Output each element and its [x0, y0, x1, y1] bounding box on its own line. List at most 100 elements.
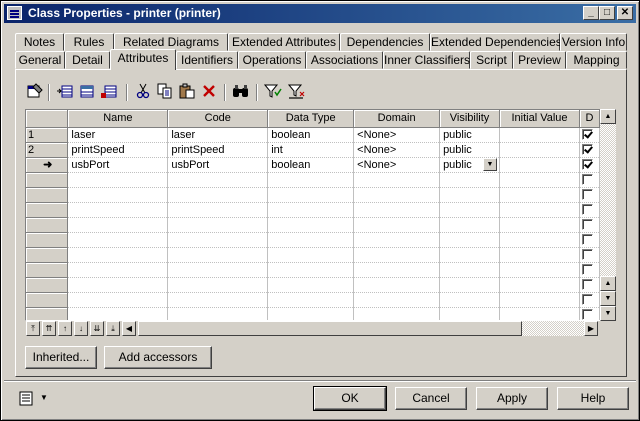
scroll-up-icon[interactable]: ▲ [600, 276, 616, 291]
add-attributes-icon[interactable] [100, 83, 118, 101]
add-accessors-button[interactable]: Add accessors [104, 346, 212, 369]
close-button[interactable]: ✕ [617, 6, 633, 20]
scroll-right-icon[interactable]: ▶ [584, 321, 598, 336]
tab-extended-dependencies[interactable]: Extended Dependencies [430, 33, 562, 51]
tab-notes[interactable]: Notes [15, 33, 64, 51]
cancel-button[interactable]: Cancel [395, 387, 467, 410]
d-checkbox[interactable] [581, 249, 593, 261]
d-checkbox[interactable] [581, 294, 593, 306]
vertical-scrollbar[interactable]: ▲ ▲ ▼ ▼ [600, 109, 616, 321]
move-down-icon[interactable]: ↓ [74, 321, 88, 336]
d-checkbox[interactable] [581, 144, 593, 156]
column-header-code[interactable]: Code [167, 110, 269, 128]
cell-visibility[interactable]: public [439, 142, 501, 158]
column-header-visibility[interactable]: Visibility [439, 110, 501, 128]
tab-version-info[interactable]: Version Info [560, 33, 627, 51]
d-checkbox[interactable] [581, 129, 593, 141]
column-header-data-type[interactable]: Data Type [267, 110, 355, 128]
d-checkbox[interactable] [581, 204, 593, 216]
find-icon[interactable] [232, 83, 250, 101]
tab-operations[interactable]: Operations [238, 51, 306, 69]
tab-inner-classifiers[interactable]: Inner Classifiers [383, 51, 470, 69]
properties-icon[interactable] [26, 83, 44, 101]
d-checkbox[interactable] [581, 189, 593, 201]
menu-dropdown-button[interactable]: ▼ [17, 390, 51, 408]
filter-clear-icon[interactable] [287, 83, 306, 101]
empty-row[interactable] [26, 172, 600, 188]
cell-name[interactable]: usbPort [67, 157, 169, 173]
empty-row[interactable] [26, 217, 600, 233]
column-header-domain[interactable]: Domain [353, 110, 441, 128]
visibility-combo[interactable]: public ▼ [439, 157, 501, 173]
cell-code[interactable]: usbPort [167, 157, 269, 173]
title-bar[interactable]: Class Properties - printer (printer) _ □… [4, 4, 636, 23]
cell-name[interactable]: printSpeed [67, 142, 169, 158]
cell-name[interactable]: laser [67, 127, 169, 143]
column-header-d[interactable]: D [579, 110, 600, 128]
cell-domain[interactable]: <None> [353, 142, 441, 158]
scroll-down-icon[interactable]: ▼ [600, 306, 616, 321]
cell-data-type[interactable]: boolean [267, 127, 355, 143]
d-checkbox[interactable] [581, 234, 593, 246]
move-to-top-icon[interactable]: ⤒ [26, 321, 40, 336]
horizontal-scrollbar[interactable]: ⤒ ⇈ ↑ ↓ ⇊ ⤓ ◀ ▶ [26, 321, 600, 337]
scroll-left-icon[interactable]: ◀ [122, 321, 136, 336]
attributes-grid[interactable]: Name Code Data Type Domain Visibility In… [25, 109, 601, 321]
tab-general[interactable]: General [15, 51, 65, 69]
empty-row[interactable] [26, 307, 600, 320]
current-row-arrow-icon[interactable]: ➜ [26, 157, 69, 173]
empty-row[interactable] [26, 262, 600, 278]
cell-domain[interactable]: <None> [353, 157, 441, 173]
row-header[interactable]: 1 [26, 127, 69, 143]
cell-code[interactable]: laser [167, 127, 269, 143]
delete-icon[interactable] [200, 83, 218, 101]
scroll-up-icon[interactable]: ▲ [600, 109, 616, 124]
cell-visibility[interactable]: public [439, 127, 501, 143]
d-checkbox[interactable] [581, 309, 593, 320]
table-row[interactable]: ➜ usbPort usbPort boolean <None> public ▼ [26, 157, 600, 173]
chevron-down-icon[interactable]: ▼ [483, 157, 498, 171]
help-button[interactable]: Help [557, 387, 629, 410]
tab-extended-attributes[interactable]: Extended Attributes [228, 33, 340, 51]
cell-initial-value[interactable] [499, 127, 580, 143]
tab-script[interactable]: Script [470, 51, 513, 69]
d-checkbox[interactable] [581, 219, 593, 231]
tab-dependencies[interactable]: Dependencies [340, 33, 430, 51]
table-row[interactable]: 2 printSpeed printSpeed int <None> publi… [26, 142, 600, 158]
filter-icon[interactable] [263, 83, 282, 101]
tab-preview[interactable]: Preview [513, 51, 566, 69]
tab-identifiers[interactable]: Identifiers [176, 51, 238, 69]
cell-initial-value[interactable] [499, 157, 580, 173]
ok-button[interactable]: OK [313, 386, 387, 411]
empty-row[interactable] [26, 232, 600, 248]
column-header-name[interactable]: Name [67, 110, 169, 128]
cell-d[interactable] [579, 127, 600, 143]
tab-rules[interactable]: Rules [64, 33, 114, 51]
cell-d[interactable] [579, 142, 600, 158]
cut-icon[interactable] [134, 83, 152, 101]
insert-row-icon[interactable] [56, 83, 74, 101]
cell-data-type[interactable]: boolean [267, 157, 355, 173]
tab-attributes[interactable]: Attributes [110, 49, 176, 70]
empty-row[interactable] [26, 187, 600, 203]
scroll-thumb[interactable] [138, 321, 522, 336]
move-down-page-icon[interactable]: ⇊ [90, 321, 104, 336]
move-to-bottom-icon[interactable]: ⤓ [106, 321, 120, 336]
scroll-track[interactable] [522, 321, 584, 336]
scroll-down-icon[interactable]: ▼ [600, 291, 616, 306]
d-checkbox[interactable] [581, 279, 593, 291]
add-row-icon[interactable] [78, 83, 96, 101]
cell-domain[interactable]: <None> [353, 127, 441, 143]
inherited-button[interactable]: Inherited... [25, 346, 97, 369]
cell-d[interactable] [579, 157, 600, 173]
d-checkbox[interactable] [581, 174, 593, 186]
scroll-track[interactable] [600, 124, 616, 276]
table-row[interactable]: 1 laser laser boolean <None> public [26, 127, 600, 143]
minimize-button[interactable]: _ [583, 6, 599, 20]
row-header[interactable]: 2 [26, 142, 69, 158]
apply-button[interactable]: Apply [476, 387, 548, 410]
move-up-icon[interactable]: ↑ [58, 321, 72, 336]
tab-associations[interactable]: Associations [306, 51, 383, 69]
move-up-page-icon[interactable]: ⇈ [42, 321, 56, 336]
d-checkbox[interactable] [581, 159, 593, 171]
